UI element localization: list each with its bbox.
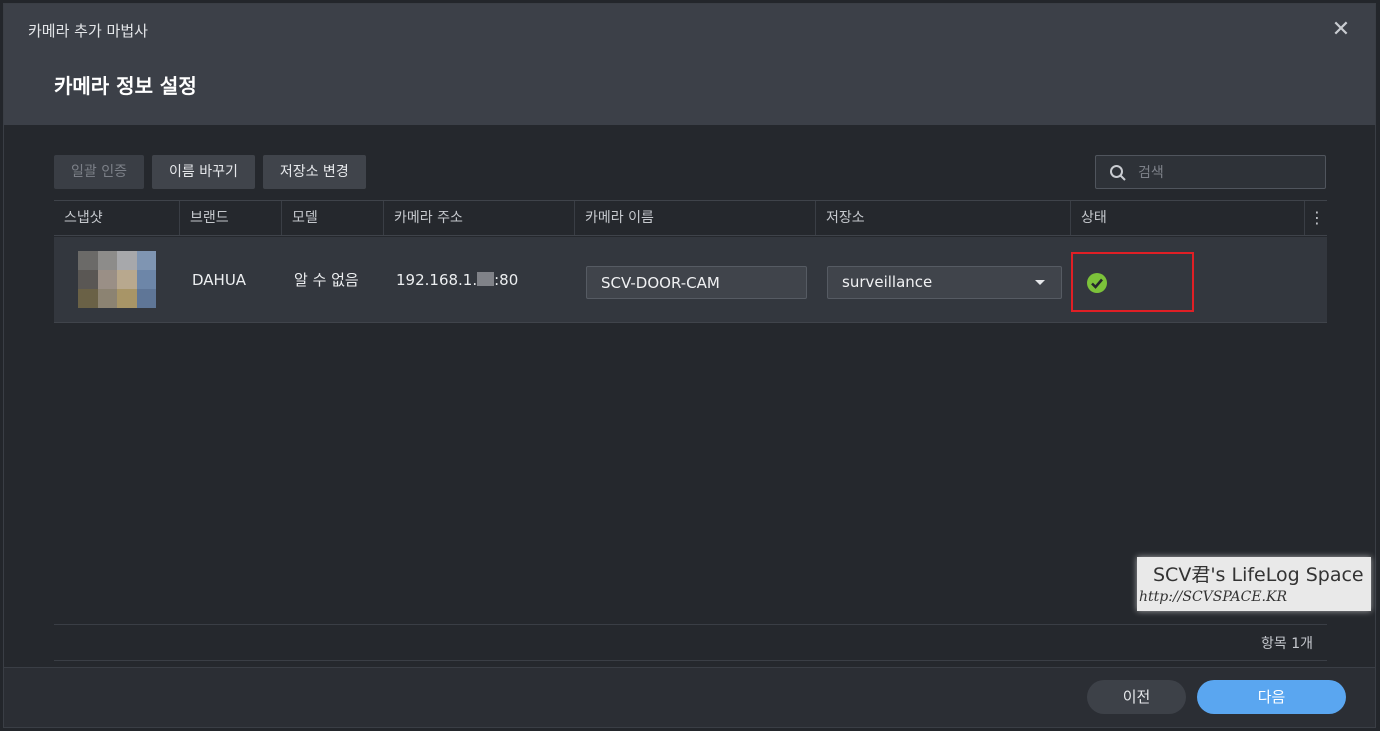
chevron-down-icon	[1035, 280, 1045, 285]
close-icon[interactable]: ✕	[1329, 18, 1353, 42]
model-cell: 알 수 없음	[294, 271, 359, 289]
table-header: 스냅샷 브랜드 모델 카메라 주소 카메라 이름 저장소 상태 ⋮	[54, 200, 1327, 236]
camera-name-input[interactable]	[586, 266, 807, 299]
camera-wizard-dialog: 카메라 추가 마법사 ✕ 카메라 정보 설정 일괄 인증 이름 바꾸기 저장소 …	[3, 3, 1376, 728]
divider	[54, 624, 1327, 625]
header-camera-name[interactable]: 카메라 이름	[575, 201, 816, 235]
toolbar: 일괄 인증 이름 바꾸기 저장소 변경	[54, 155, 366, 189]
divider	[54, 660, 1327, 661]
dialog-footer: 이전 다음	[4, 667, 1375, 727]
storage-select[interactable]: surveillance	[827, 266, 1062, 299]
step-title: 카메라 정보 설정	[54, 74, 197, 98]
search-box[interactable]	[1095, 155, 1326, 190]
header-brand[interactable]: 브랜드	[180, 201, 282, 235]
header-snapshot[interactable]: 스냅샷	[54, 201, 180, 235]
prev-button[interactable]: 이전	[1087, 680, 1186, 714]
brand-cell: DAHUA	[192, 271, 247, 289]
header-storage[interactable]: 저장소	[816, 201, 1071, 235]
check-circle-icon	[1087, 273, 1107, 293]
address-suffix: :80	[494, 271, 519, 289]
header-status[interactable]: 상태	[1071, 201, 1305, 235]
address-prefix: 192.168.1.	[396, 271, 478, 289]
rename-button[interactable]: 이름 바꾸기	[151, 155, 255, 189]
search-input[interactable]	[1136, 156, 1320, 190]
column-menu-icon[interactable]: ⋮	[1307, 201, 1327, 235]
change-storage-button[interactable]: 저장소 변경	[262, 155, 366, 189]
next-button[interactable]: 다음	[1197, 680, 1346, 714]
bulk-auth-button[interactable]: 일괄 인증	[54, 155, 144, 189]
item-count: 항목 1개	[1261, 636, 1313, 652]
header-model[interactable]: 모델	[282, 201, 384, 235]
watermark-url: http://SCVSPACE.KR	[1139, 589, 1288, 605]
search-icon	[1110, 165, 1126, 181]
address-cell: 192.168.1. :80	[396, 237, 518, 323]
snapshot-thumbnail	[78, 251, 156, 308]
table-row[interactable]: DAHUA 알 수 없음 192.168.1. :80 surveillance	[54, 237, 1327, 323]
storage-selected-value: surveillance	[842, 273, 933, 291]
header-camera-address[interactable]: 카메라 주소	[384, 201, 575, 235]
status-highlight-box	[1071, 252, 1194, 312]
wizard-title: 카메라 추가 마법사	[28, 22, 148, 40]
dialog-header: 카메라 추가 마법사 ✕ 카메라 정보 설정	[4, 4, 1375, 125]
watermark: SCV君's LifeLog Space http://SCVSPACE.KR	[1137, 557, 1371, 611]
watermark-title: SCV君's LifeLog Space	[1153, 564, 1364, 586]
address-redacted	[477, 272, 495, 286]
